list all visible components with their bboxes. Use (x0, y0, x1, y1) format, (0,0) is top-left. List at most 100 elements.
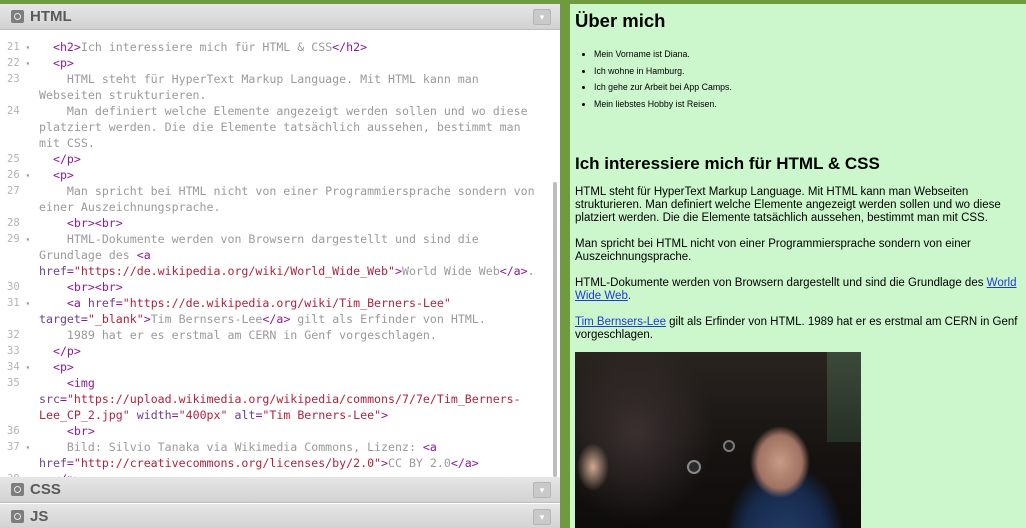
html-code-area[interactable]: 21 ▾ <h2>Ich interessiere mich für HTML … (0, 30, 560, 477)
css-panel-header[interactable]: CSS ▾ (0, 477, 560, 503)
paragraph-inventor: Tim Bernsers-Lee gilt als Erfinder von H… (575, 316, 1023, 342)
code-token: . (527, 264, 535, 278)
line-number: 36 (7, 423, 35, 439)
code-token: World Wide Web (401, 264, 500, 278)
paragraph-www: HTML-Dokumente werden von Browsern darge… (575, 277, 1023, 303)
code-line[interactable]: 22 ▾ <p> (0, 55, 560, 71)
line-number: 25 (7, 151, 35, 167)
tim-berners-lee-link[interactable]: Tim Bernsers-Lee (575, 316, 666, 328)
gear-icon[interactable] (11, 483, 24, 496)
fold-arrow-icon[interactable]: ▾ (21, 235, 30, 244)
line-number: 34 ▾ (7, 359, 35, 376)
code-token: </a> (499, 264, 528, 278)
code-token: alt (234, 408, 256, 422)
code-token: <p> (52, 360, 74, 374)
gear-icon[interactable] (11, 510, 24, 523)
code-line[interactable]: 34 ▾ <p> (0, 359, 560, 375)
code-line[interactable]: 28 <br><br> (0, 215, 560, 231)
code-token: > (381, 456, 389, 470)
code-token: <p> (52, 168, 74, 182)
fold-arrow-icon[interactable]: ▾ (21, 171, 30, 180)
line-number: 27 (7, 183, 35, 199)
fold-arrow-icon[interactable]: ▾ (21, 443, 30, 452)
line-number-text: 36 (7, 425, 20, 437)
editor-scrollbar[interactable] (553, 182, 557, 477)
fold-arrow-icon[interactable]: ▾ (21, 59, 30, 68)
paragraph-html-intro: HTML steht für HyperText Markup Language… (575, 186, 1001, 224)
line-number-text: 32 (7, 329, 20, 341)
code-token: Tim Bernsers-Lee (150, 312, 263, 326)
code-line[interactable]: 24 Man definiert welche Elemente angezei… (0, 103, 560, 151)
line-number: 29 ▾ (7, 231, 35, 248)
line-number-text: 26 (7, 169, 20, 181)
code-token: </h2> (332, 40, 368, 54)
chevron-down-icon[interactable]: ▾ (533, 482, 551, 498)
js-panel-title: JS (30, 508, 49, 525)
code-token: = (66, 264, 74, 278)
code-token: = (171, 408, 179, 422)
paragraph-www-text: HTML-Dokumente werden von Browsern darge… (575, 277, 987, 289)
code-token: = (59, 392, 67, 406)
code-line[interactable]: 36 <br> (0, 423, 560, 439)
code-token: width (136, 408, 172, 422)
line-number: 35 (7, 375, 35, 391)
paragraph-www-end: . (627, 290, 632, 302)
code-token: Bild: Silvio Tanaka via Wikimedia Common… (39, 440, 423, 454)
code-token: <br> (66, 424, 95, 438)
code-line[interactable]: 26 ▾ <p> (0, 167, 560, 183)
code-token: <p> (52, 56, 74, 70)
code-token: CC BY 2.0 (388, 456, 451, 470)
code-line[interactable]: 37 ▾ Bild: Silvio Tanaka via Wikimedia C… (0, 439, 560, 471)
list-item: Mein liebstes Hobby ist Reisen. (594, 96, 732, 113)
chevron-down-icon[interactable]: ▾ (533, 9, 551, 25)
chevron-down-icon[interactable]: ▾ (533, 509, 551, 525)
fold-arrow-icon[interactable]: ▾ (21, 363, 30, 372)
code-token: </p> (52, 344, 81, 358)
microphone-icon (723, 440, 735, 452)
code-token: > (395, 264, 402, 278)
code-token: 1989 hat er es erstmal am CERN in Genf v… (39, 328, 437, 342)
code-token: <img (66, 376, 102, 390)
code-token: href (39, 456, 67, 470)
fold-arrow-icon[interactable]: ▾ (21, 43, 30, 52)
fold-arrow-icon[interactable]: ▾ (21, 299, 30, 308)
code-token: <a (66, 296, 88, 310)
html-panel-header[interactable]: HTML ▾ (0, 4, 560, 30)
code-token: href (39, 264, 67, 278)
line-number-text: 35 (7, 377, 20, 389)
js-panel-header[interactable]: JS ▾ (0, 504, 560, 528)
code-line[interactable]: 27 Man spricht bei HTML nicht von einer … (0, 183, 560, 215)
code-line[interactable]: 35 <img src="https://upload.wikimedia.or… (0, 375, 560, 423)
list-item: Mein Vorname ist Diana. (594, 46, 732, 63)
code-token: "http://creativecommons.org/licenses/by/… (73, 456, 382, 470)
code-line[interactable]: 31 ▾ <a href="https://de.wikipedia.org/w… (0, 295, 560, 327)
code-token: = (66, 456, 74, 470)
code-line[interactable]: 32 1989 hat er es erstmal am CERN in Gen… (0, 327, 560, 343)
code-lines[interactable]: 21 ▾ <h2>Ich interessiere mich für HTML … (0, 39, 560, 477)
gear-icon[interactable] (11, 10, 24, 23)
code-line[interactable]: 21 ▾ <h2>Ich interessiere mich für HTML … (0, 39, 560, 55)
code-token: "400px" (178, 408, 228, 422)
code-line[interactable]: 33 </p> (0, 343, 560, 359)
line-number: 30 (7, 279, 35, 295)
code-token: <br><br> (66, 280, 123, 294)
code-line[interactable]: 29 ▾ HTML-Dokumente werden von Browsern … (0, 231, 560, 279)
code-token: = (80, 312, 88, 326)
code-token: <br><br> (66, 216, 123, 230)
code-line[interactable]: 25 </p> (0, 151, 560, 167)
code-token: Ich interessiere mich für HTML & CSS (80, 40, 333, 54)
preview-heading-interests: Ich interessiere mich für HTML & CSS (575, 154, 880, 173)
code-line[interactable]: 23 HTML steht für HyperText Markup Langu… (0, 71, 560, 103)
code-line[interactable]: 30 <br><br> (0, 279, 560, 295)
code-token: HTML-Dokumente werden von Browsern darge… (39, 232, 486, 262)
